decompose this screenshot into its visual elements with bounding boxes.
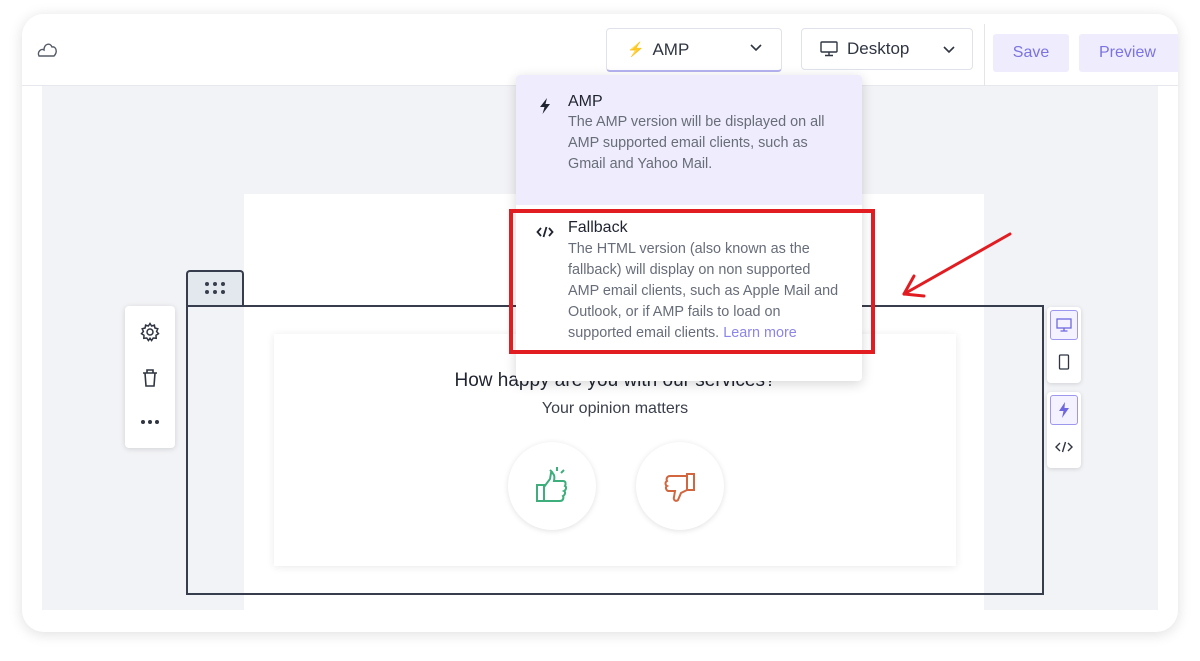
dropdown-option-amp[interactable]: AMP The AMP version will be displayed on…	[516, 75, 862, 205]
drag-dots-icon	[205, 282, 225, 294]
version-toggle	[1047, 392, 1081, 468]
option-description-text: The HTML version (also known as the fall…	[568, 241, 839, 341]
learn-more-link[interactable]: Learn more	[723, 325, 797, 341]
code-icon[interactable]	[1050, 432, 1078, 462]
gear-icon[interactable]	[138, 320, 162, 344]
option-title: Fallback	[568, 219, 628, 236]
dropdown-option-fallback[interactable]: Fallback The HTML version (also known as…	[516, 205, 862, 381]
more-icon[interactable]	[138, 410, 162, 434]
bolt-icon	[540, 98, 550, 114]
trash-icon[interactable]	[138, 366, 162, 390]
mobile-icon[interactable]	[1050, 347, 1078, 377]
thumbs-down-button[interactable]	[636, 442, 724, 530]
chevron-down-icon	[943, 46, 955, 54]
option-description: The AMP version will be displayed on all…	[568, 114, 825, 172]
device-select[interactable]: Desktop	[801, 28, 973, 70]
monitor-icon	[820, 41, 838, 57]
toolbar-divider	[984, 24, 985, 86]
editor-window: ⚡ AMP Desktop Save Preview How Your opin…	[22, 14, 1178, 632]
code-icon	[536, 226, 554, 238]
chevron-down-icon	[750, 44, 762, 52]
version-select-value: AMP	[652, 39, 690, 59]
version-dropdown-menu: AMP The AMP version will be displayed on…	[516, 75, 862, 381]
save-button[interactable]: Save	[993, 34, 1069, 72]
survey-subtitle: Your opinion matters	[541, 400, 689, 417]
block-tools	[125, 306, 175, 448]
option-title: AMP	[568, 93, 603, 110]
option-description: The HTML version (also known as the fall…	[568, 239, 842, 344]
bolt-icon: ⚡	[627, 41, 645, 57]
version-select[interactable]: ⚡ AMP	[606, 28, 782, 72]
preview-button[interactable]: Preview	[1079, 34, 1178, 72]
device-select-value: Desktop	[847, 39, 910, 58]
logo-icon	[37, 43, 57, 57]
thumbs-up-button[interactable]	[508, 442, 596, 530]
monitor-icon[interactable]	[1050, 310, 1078, 340]
thumbs-down-icon	[664, 473, 695, 502]
thumbs-up-icon	[536, 467, 568, 502]
block-drag-handle[interactable]	[186, 270, 244, 306]
device-toggle	[1047, 307, 1081, 383]
bolt-icon[interactable]	[1050, 395, 1078, 425]
